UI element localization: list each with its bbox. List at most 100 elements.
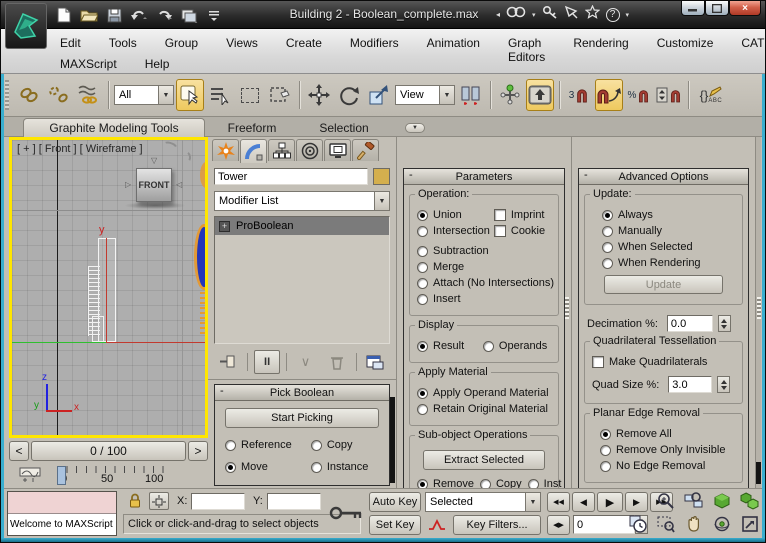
y-coordinate-field[interactable] bbox=[267, 493, 321, 510]
start-picking-button[interactable]: Start Picking bbox=[225, 408, 379, 428]
help-dropdown-icon[interactable]: ▾ bbox=[626, 11, 630, 19]
subscription-key-icon[interactable] bbox=[542, 5, 558, 24]
zoom-extents-all-icon[interactable] bbox=[737, 491, 762, 511]
parameters-rollout-header[interactable]: - Parameters bbox=[404, 169, 564, 185]
operands-radio[interactable] bbox=[482, 340, 494, 352]
set-key-button[interactable]: Set Key bbox=[369, 515, 421, 535]
ribbon-collapse-button[interactable]: ▼ bbox=[405, 123, 425, 133]
pin-stack-icon[interactable] bbox=[216, 350, 241, 374]
mini-curve-editor-icon[interactable] bbox=[19, 467, 41, 488]
viewcube-up-arrow[interactable]: ▽ bbox=[151, 156, 157, 165]
remove-modifier-icon[interactable] bbox=[324, 350, 349, 374]
when-rendering-radio[interactable] bbox=[602, 257, 613, 269]
application-menu-button[interactable] bbox=[5, 3, 47, 49]
menu-animation[interactable]: Animation bbox=[424, 34, 483, 66]
ribbon-tab-graphite-modeling-tools[interactable]: Graphite Modeling Tools bbox=[23, 118, 205, 137]
search-dropdown-icon[interactable]: ▾ bbox=[532, 11, 536, 19]
absolute-offset-mode-icon[interactable] bbox=[149, 492, 169, 510]
tab-motion[interactable] bbox=[296, 139, 323, 161]
select-and-move-icon[interactable] bbox=[305, 79, 333, 111]
menu-help[interactable]: Help bbox=[142, 55, 173, 73]
edit-named-selection-sets-icon[interactable]: {} ABC bbox=[694, 79, 728, 111]
remove-all-radio[interactable] bbox=[600, 428, 611, 440]
track-bar[interactable]: 0 50 100 bbox=[9, 464, 208, 487]
tab-hierarchy[interactable] bbox=[268, 139, 295, 161]
advanced-options-rollout-header[interactable]: - Advanced Options bbox=[579, 169, 748, 185]
quad-size-spinner[interactable] bbox=[717, 376, 731, 393]
select-and-scale-icon[interactable] bbox=[365, 79, 393, 111]
snap-toggle-3d-icon[interactable]: 3 bbox=[565, 79, 593, 111]
unlink-selection-icon[interactable] bbox=[45, 79, 73, 111]
key-filters-button[interactable]: Key Filters... bbox=[453, 515, 541, 535]
panel-scrollbar-thumb[interactable] bbox=[390, 397, 395, 483]
expand-icon[interactable]: + bbox=[219, 220, 230, 232]
no-edge-removal-radio[interactable] bbox=[600, 460, 611, 472]
communication-center-icon[interactable] bbox=[564, 5, 579, 24]
remove-only-invisible-radio[interactable] bbox=[600, 444, 611, 456]
go-to-start-button[interactable]: ◀◀ bbox=[547, 492, 570, 512]
track-bar-frame-slider[interactable] bbox=[57, 466, 66, 485]
result-radio[interactable] bbox=[417, 340, 428, 352]
decimation-spinner[interactable] bbox=[717, 315, 731, 332]
selection-lock-icon[interactable] bbox=[125, 492, 145, 510]
update-button[interactable]: Update bbox=[604, 275, 723, 294]
apply-operand-material-radio[interactable] bbox=[417, 387, 428, 399]
x-coordinate-field[interactable] bbox=[191, 493, 245, 510]
search-icon[interactable] bbox=[506, 5, 526, 24]
zoom-extents-icon[interactable] bbox=[709, 491, 734, 511]
time-slider-prev-button[interactable]: < bbox=[9, 441, 29, 461]
selection-filter-dropdown[interactable]: All ▼ bbox=[114, 85, 174, 105]
instance-radio[interactable] bbox=[310, 461, 322, 473]
viewcube-right-arrow[interactable]: ◁ bbox=[176, 180, 182, 189]
configure-modifier-sets-icon[interactable] bbox=[363, 350, 388, 374]
tab-create[interactable] bbox=[212, 139, 239, 161]
insert-radio[interactable] bbox=[417, 293, 428, 305]
listener-macro-row[interactable] bbox=[8, 492, 116, 514]
previous-frame-button[interactable]: ◀ bbox=[572, 492, 595, 512]
select-and-rotate-icon[interactable] bbox=[335, 79, 363, 111]
retain-original-material-radio[interactable] bbox=[417, 403, 428, 415]
set-keys-key-icon[interactable] bbox=[327, 491, 365, 535]
modifier-stack[interactable]: + ProBoolean bbox=[214, 216, 390, 344]
menu-maxscript[interactable]: MAXScript bbox=[57, 55, 120, 73]
save-file-icon[interactable] bbox=[103, 5, 125, 25]
window-crossing-toggle-icon[interactable] bbox=[266, 79, 294, 111]
copy-radio[interactable] bbox=[310, 439, 322, 451]
help-icon[interactable]: ? bbox=[605, 7, 620, 22]
selection-set-dropdown[interactable]: Selected ▼ bbox=[425, 492, 541, 512]
decimation-field[interactable]: 0.0 bbox=[666, 315, 713, 332]
tab-modify[interactable] bbox=[240, 139, 267, 163]
modifier-list-dropdown[interactable]: Modifier List ▼ bbox=[214, 191, 390, 211]
modifier-stack-item-proboolean[interactable]: + ProBoolean bbox=[215, 217, 389, 235]
tab-display[interactable] bbox=[324, 139, 351, 161]
zoom-all-icon[interactable] bbox=[681, 491, 706, 511]
zoom-region-icon[interactable] bbox=[653, 514, 678, 534]
minimize-button[interactable] bbox=[681, 1, 705, 16]
time-configuration-icon[interactable] bbox=[625, 514, 650, 534]
menu-customize[interactable]: Customize bbox=[654, 34, 717, 66]
always-radio[interactable] bbox=[602, 209, 613, 221]
panel-scrollbar[interactable] bbox=[755, 137, 761, 488]
menu-cat[interactable]: CAT bbox=[738, 34, 765, 66]
pan-hand-icon[interactable] bbox=[681, 514, 706, 534]
menu-graph-editors[interactable]: Graph Editors bbox=[505, 34, 548, 66]
scrollbar-grip[interactable] bbox=[757, 297, 761, 319]
menu-create[interactable]: Create bbox=[283, 34, 325, 66]
key-mode-toggle[interactable]: ◀▶ bbox=[547, 515, 570, 535]
show-end-result-icon[interactable]: II bbox=[254, 350, 280, 374]
attach-radio[interactable] bbox=[417, 277, 428, 289]
default-key-tangents-icon[interactable] bbox=[425, 515, 449, 535]
project-folder-icon[interactable] bbox=[178, 5, 200, 25]
time-slider-next-button[interactable]: > bbox=[188, 441, 208, 461]
maximize-viewport-toggle-icon[interactable] bbox=[737, 514, 762, 534]
maximize-button[interactable] bbox=[705, 1, 729, 16]
select-and-manipulate-icon[interactable] bbox=[496, 79, 524, 111]
tab-utilities[interactable] bbox=[352, 139, 379, 161]
favorites-star-icon[interactable] bbox=[584, 4, 600, 24]
reference-coordinate-system-dropdown[interactable]: View ▼ bbox=[395, 85, 455, 105]
reference-radio[interactable] bbox=[225, 439, 236, 451]
menu-views[interactable]: Views bbox=[223, 34, 261, 66]
column-grip[interactable] bbox=[565, 297, 569, 319]
object-color-swatch[interactable] bbox=[373, 168, 390, 185]
make-unique-icon[interactable]: ∨ bbox=[293, 350, 318, 374]
